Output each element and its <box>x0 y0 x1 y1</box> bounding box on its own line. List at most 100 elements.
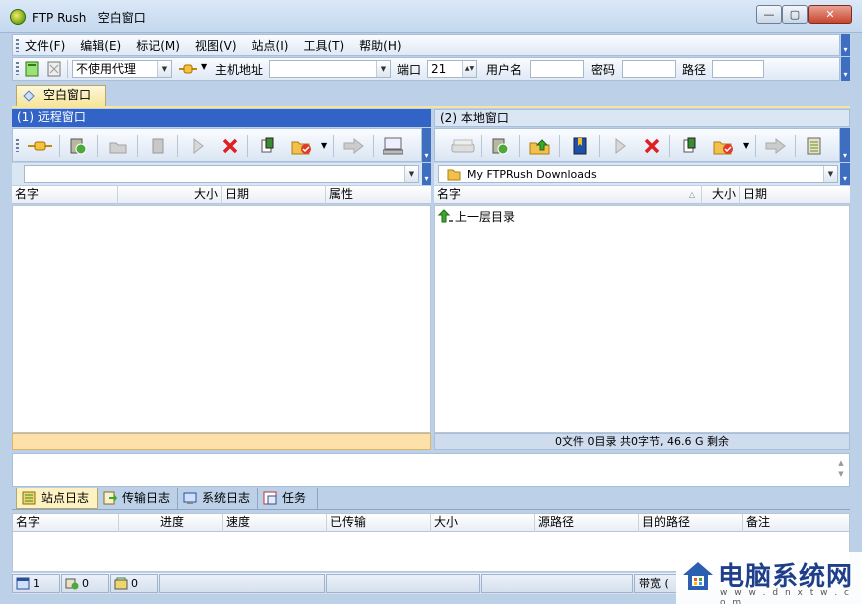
filter-dropdown-icon[interactable]: ▼ <box>743 141 749 150</box>
local-path-combo[interactable]: My FTPRush Downloads ▼ <box>438 165 838 183</box>
remote-file-list[interactable] <box>12 205 431 433</box>
list-item[interactable]: 上一层目录 <box>437 208 637 224</box>
local-toolbar: ▼ <box>434 128 840 162</box>
minimize-button[interactable]: — <box>756 5 782 24</box>
toolbar-separator <box>519 135 520 157</box>
filter-dropdown-icon[interactable]: ▼ <box>321 141 327 150</box>
menubar-overflow-button[interactable]: ▾ <box>841 34 850 56</box>
toolbar-grip[interactable] <box>16 139 19 152</box>
column-size[interactable]: 大小 <box>702 186 740 204</box>
menu-tools[interactable]: 工具(T) <box>303 37 344 54</box>
task-column-name[interactable]: 名字 <box>13 514 119 532</box>
close-icon: ✕ <box>825 8 835 21</box>
properties-icon[interactable] <box>807 137 821 155</box>
port-label: 端口 <box>397 63 422 77</box>
connect-icon[interactable] <box>27 137 53 155</box>
chevron-down-icon: ▼ <box>157 61 171 77</box>
toolbar-separator <box>373 135 374 157</box>
chevron-down-icon: ▼ <box>404 166 418 182</box>
toolbar-grip[interactable] <box>16 39 19 52</box>
site-log-icon <box>22 491 36 505</box>
toolbar-grip[interactable] <box>16 62 19 75</box>
toolbar-separator <box>669 135 670 157</box>
bookmark-icon[interactable] <box>571 137 589 155</box>
menu-edit[interactable]: 编辑(E) <box>80 37 121 54</box>
remote-pane-title[interactable]: (1) 远程窗口 <box>12 109 431 127</box>
copy-icon[interactable] <box>681 137 699 155</box>
parent-folder-icon[interactable] <box>529 137 551 155</box>
toolbar-separator <box>177 135 178 157</box>
column-date[interactable]: 日期 <box>222 186 326 204</box>
quick-connect-dropdown-icon[interactable]: ▼ <box>201 62 207 71</box>
console-icon[interactable] <box>383 137 403 155</box>
play-icon <box>615 137 626 155</box>
window-title: FTP Rush 空白窗口 <box>32 11 146 25</box>
close-button[interactable]: ✕ <box>808 5 852 24</box>
menu-mark[interactable]: 标记(M) <box>136 37 180 54</box>
status-panel <box>481 574 633 593</box>
status-queue: 0 <box>110 574 158 593</box>
local-path-value: My FTPRush Downloads <box>467 168 597 181</box>
column-name[interactable]: 名字 <box>12 186 118 204</box>
refresh-icon[interactable] <box>491 137 509 155</box>
local-status-bar: 0文件 0目录 共0字节, 46.6 G 剩余 <box>434 433 850 450</box>
port-stepper[interactable]: ▲▼ <box>462 61 476 77</box>
task-column-note[interactable]: 备注 <box>743 514 851 532</box>
tab-site-log[interactable]: 站点日志 <box>16 488 98 509</box>
document-tab-strip: 空白窗口 <box>12 82 850 106</box>
new-site-icon[interactable] <box>25 61 39 77</box>
local-path-row: My FTPRush Downloads ▼ ▾ <box>434 163 850 185</box>
proxy-select[interactable]: 不使用代理 ▼ <box>72 60 172 78</box>
filter-folder-icon[interactable] <box>713 137 735 155</box>
remote-toolbar-overflow[interactable]: ▾ <box>422 128 431 162</box>
column-size[interactable]: 大小 <box>118 186 222 204</box>
site-manager-icon[interactable] <box>47 61 61 77</box>
log-output[interactable]: ▲ ▼ <box>12 453 850 487</box>
tab-system-log[interactable]: 系统日志 <box>178 488 258 509</box>
task-column-size[interactable]: 大小 <box>431 514 535 532</box>
menu-help[interactable]: 帮助(H) <box>359 37 401 54</box>
password-input[interactable] <box>622 60 676 78</box>
stop-icon[interactable] <box>643 137 661 155</box>
menu-file[interactable]: 文件(F) <box>25 37 65 54</box>
local-pathbar-overflow[interactable]: ▾ <box>840 163 850 185</box>
filter-folder-icon[interactable] <box>291 137 313 155</box>
tab-task[interactable]: 任务 <box>258 488 318 509</box>
host-input[interactable]: ▼ <box>269 60 391 78</box>
task-column-source-path[interactable]: 源路径 <box>535 514 639 532</box>
username-input[interactable] <box>530 60 584 78</box>
stop-icon[interactable] <box>221 137 239 155</box>
task-column-transferred[interactable]: 已传输 <box>327 514 431 532</box>
up-arrow-icon <box>437 209 453 223</box>
toolbar-separator <box>247 135 248 157</box>
task-column-speed[interactable]: 速度 <box>223 514 327 532</box>
maximize-button[interactable]: ▢ <box>782 5 808 24</box>
refresh-icon[interactable] <box>69 137 87 155</box>
column-attributes[interactable]: 属性 <box>326 186 431 204</box>
local-file-list[interactable]: 上一层目录 <box>434 205 850 433</box>
copy-icon[interactable] <box>259 137 277 155</box>
remote-pathbar-overflow[interactable]: ▾ <box>422 163 431 185</box>
local-pane-title[interactable]: (2) 本地窗口 <box>434 109 850 127</box>
column-date[interactable]: 日期 <box>740 186 850 204</box>
log-scrollbar[interactable]: ▲ ▼ <box>835 458 847 482</box>
port-input[interactable]: 21 ▲▼ <box>427 60 477 78</box>
password-label: 密码 <box>591 63 616 77</box>
task-column-target-path[interactable]: 目的路径 <box>639 514 743 532</box>
menu-view[interactable]: 视图(V) <box>195 37 237 54</box>
menu-site[interactable]: 站点(I) <box>252 37 289 54</box>
remote-path-combo[interactable]: ▼ <box>24 165 419 183</box>
status-windows: 1 <box>12 574 60 593</box>
path-input[interactable] <box>712 60 764 78</box>
local-toolbar-overflow[interactable]: ▾ <box>840 128 850 162</box>
tab-transfer-log[interactable]: 传输日志 <box>98 488 178 509</box>
quick-connect-icon[interactable] <box>178 62 198 76</box>
play-icon <box>193 137 204 155</box>
tab-blank-window[interactable]: 空白窗口 <box>16 85 106 106</box>
folder-icon <box>447 169 461 181</box>
toolbar-separator <box>559 135 560 157</box>
task-column-progress[interactable]: 进度 <box>119 514 223 532</box>
toolbar-overflow-button[interactable]: ▾ <box>841 57 850 81</box>
list-item-name: 上一层目录 <box>455 210 516 224</box>
column-name[interactable]: 名字 △ <box>434 186 702 204</box>
